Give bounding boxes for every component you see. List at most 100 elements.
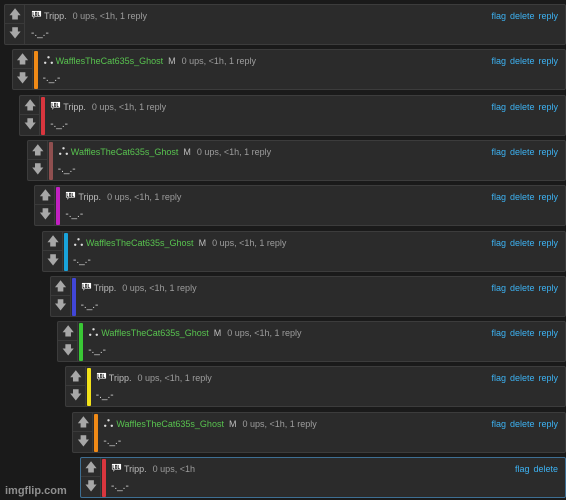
downvote-button[interactable]: 🡇 bbox=[5, 24, 25, 43]
arrow-up-icon: 🡅 bbox=[16, 52, 29, 67]
arrow-up-icon: 🡅 bbox=[62, 324, 75, 339]
reply-link[interactable]: reply bbox=[538, 102, 558, 112]
depth-indicator-bar bbox=[48, 141, 53, 180]
comment-actions: flag delete reply bbox=[487, 282, 558, 294]
delete-link[interactable]: delete bbox=[510, 373, 535, 383]
downvote-button[interactable]: 🡇 bbox=[43, 251, 63, 270]
flag-link[interactable]: flag bbox=[491, 147, 506, 157]
vote-column: 🡅 🡇 bbox=[35, 186, 56, 226]
reply-link[interactable]: reply bbox=[538, 328, 558, 338]
upvote-button[interactable]: 🡅 bbox=[81, 458, 101, 477]
downvote-button[interactable]: 🡇 bbox=[51, 296, 71, 315]
comment-header: WafflesTheCat635s_Ghost M 0 ups, <1h, 1 re… bbox=[88, 327, 302, 339]
upvote-button[interactable]: 🡅 bbox=[73, 413, 94, 432]
username-link[interactable]: Tripp. bbox=[124, 464, 147, 474]
depth-indicator-bar bbox=[94, 413, 99, 452]
upvote-button[interactable]: 🡅 bbox=[12, 50, 33, 70]
upvote-button[interactable]: 🡅 bbox=[35, 186, 56, 206]
downvote-button[interactable]: 🡇 bbox=[28, 160, 48, 179]
comment-header: Tripp. 0 ups, <1h bbox=[111, 463, 195, 475]
downvote-button[interactable]: 🡇 bbox=[20, 115, 40, 134]
reply-link[interactable]: reply bbox=[538, 238, 558, 248]
username-link[interactable]: Tripp. bbox=[94, 283, 117, 293]
username-link[interactable]: WafflesTheCat635s_Ghost bbox=[116, 419, 224, 429]
username-link[interactable]: WafflesTheCat635s_Ghost bbox=[71, 147, 179, 157]
reply-link[interactable]: reply bbox=[538, 11, 558, 21]
delete-link[interactable]: delete bbox=[510, 238, 535, 248]
vote-column: 🡅 🡇 bbox=[5, 5, 25, 44]
lol-icon bbox=[65, 191, 77, 202]
username-link[interactable]: Tripp. bbox=[109, 373, 132, 383]
depth-indicator-bar bbox=[56, 187, 61, 226]
delete-link[interactable]: delete bbox=[510, 328, 535, 338]
flag-link[interactable]: flag bbox=[491, 419, 506, 429]
username-link[interactable]: Tripp. bbox=[44, 11, 67, 21]
flag-link[interactable]: flag bbox=[491, 373, 506, 383]
flag-link[interactable]: flag bbox=[515, 464, 530, 474]
delete-link[interactable]: delete bbox=[510, 56, 535, 66]
arrow-up-icon: 🡅 bbox=[8, 7, 22, 21]
comment-meta: 0 ups, <1h, 1 reply bbox=[212, 237, 287, 248]
upvote-button[interactable]: 🡅 bbox=[65, 367, 86, 387]
delete-link[interactable]: delete bbox=[510, 419, 535, 429]
arrow-up-icon: 🡅 bbox=[69, 369, 82, 384]
comment-meta: 0 ups, <1h, 1 reply bbox=[91, 101, 167, 112]
lol-icon bbox=[31, 10, 42, 20]
comment-text: -._.- bbox=[103, 435, 122, 447]
flag-link[interactable]: flag bbox=[491, 238, 506, 248]
upvote-button[interactable]: 🡅 bbox=[20, 96, 41, 115]
flag-link[interactable]: flag bbox=[491, 102, 506, 112]
downvote-button[interactable]: 🡇 bbox=[81, 477, 101, 496]
mod-badge: M bbox=[183, 146, 191, 157]
comment-text: -._.- bbox=[88, 345, 106, 357]
delete-link[interactable]: delete bbox=[510, 283, 535, 293]
delete-link[interactable]: delete bbox=[533, 464, 558, 474]
lol-icon bbox=[95, 372, 107, 383]
upvote-button[interactable]: 🡅 bbox=[50, 277, 71, 296]
depth-indicator-bar bbox=[71, 277, 76, 316]
flag-link[interactable]: flag bbox=[491, 328, 506, 338]
flag-link[interactable]: flag bbox=[491, 11, 506, 21]
depth-indicator-bar bbox=[41, 96, 46, 135]
upvote-button[interactable]: 🡅 bbox=[27, 141, 48, 160]
mod-badge: M bbox=[168, 56, 176, 67]
comment-header: WafflesTheCat635s_Ghost M 0 ups, <1h, 1 re… bbox=[43, 55, 256, 67]
upvote-button[interactable]: 🡅 bbox=[43, 232, 63, 251]
delete-link[interactable]: delete bbox=[510, 192, 535, 202]
delete-link[interactable]: delete bbox=[510, 11, 535, 21]
upvote-button[interactable]: 🡅 bbox=[58, 322, 79, 342]
comment: 🡅 🡇 Tripp. 0 ups, <1h, 1 reply -._.- flag dele… bbox=[19, 94, 566, 136]
flag-link[interactable]: flag bbox=[491, 56, 506, 66]
downvote-button[interactable]: 🡇 bbox=[13, 69, 33, 88]
reply-link[interactable]: reply bbox=[538, 373, 558, 383]
delete-link[interactable]: delete bbox=[510, 147, 535, 157]
comment-header: WafflesTheCat635s_Ghost M 0 ups, <1h, 1 re… bbox=[103, 418, 317, 430]
reply-link[interactable]: reply bbox=[538, 419, 558, 429]
comment-thread: 🡅 🡇 Tripp. 0 ups, <1h, 1 reply -._.- flag dele… bbox=[0, 0, 566, 500]
arrow-down-icon: 🡇 bbox=[77, 433, 90, 448]
three-dots-icon bbox=[89, 328, 99, 337]
username-link[interactable]: Tripp. bbox=[78, 192, 101, 202]
vote-column: 🡅 🡇 bbox=[81, 458, 101, 497]
comment-header: Tripp. 0 ups, <1h, 1 reply bbox=[31, 10, 147, 22]
reply-link[interactable]: reply bbox=[538, 283, 558, 293]
downvote-button[interactable]: 🡇 bbox=[66, 386, 86, 405]
reply-link[interactable]: reply bbox=[538, 192, 558, 202]
downvote-button[interactable]: 🡇 bbox=[73, 432, 93, 451]
username-link[interactable]: Tripp. bbox=[63, 102, 86, 112]
username-link[interactable]: WafflesTheCat635s_Ghost bbox=[86, 238, 194, 248]
arrow-down-icon: 🡇 bbox=[16, 71, 29, 86]
comment-text: -._.- bbox=[65, 209, 84, 221]
username-link[interactable]: WafflesTheCat635s_Ghost bbox=[56, 56, 164, 66]
flag-link[interactable]: flag bbox=[491, 283, 506, 293]
downvote-button[interactable]: 🡇 bbox=[35, 205, 55, 224]
delete-link[interactable]: delete bbox=[510, 102, 535, 112]
downvote-button[interactable]: 🡇 bbox=[58, 341, 78, 360]
vote-column: 🡅 🡇 bbox=[20, 95, 41, 135]
flag-link[interactable]: flag bbox=[491, 192, 506, 202]
reply-link[interactable]: reply bbox=[538, 147, 558, 157]
reply-link[interactable]: reply bbox=[538, 56, 558, 66]
comment-text: -._.- bbox=[111, 481, 129, 492]
upvote-button[interactable]: 🡅 bbox=[5, 5, 25, 24]
username-link[interactable]: WafflesTheCat635s_Ghost bbox=[101, 328, 209, 338]
